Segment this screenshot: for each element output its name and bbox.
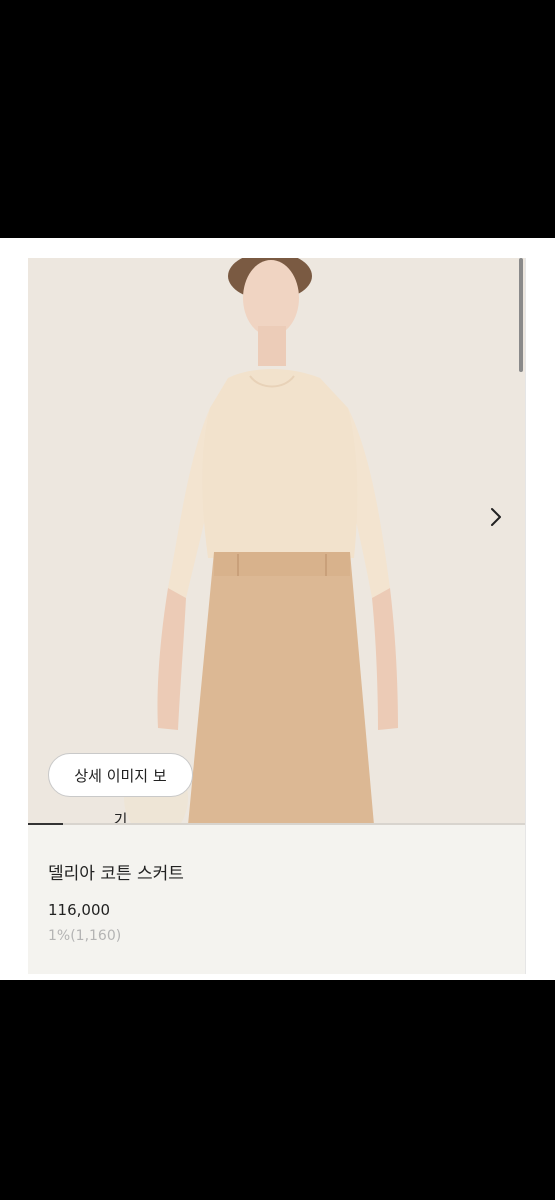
- scrollbar-thumb[interactable]: [519, 258, 523, 372]
- product-card[interactable]: 상세 이미지 보기 델리아 코튼 스커트 116,000 1%(1,160): [28, 258, 525, 974]
- product-image[interactable]: 상세 이미지 보기: [28, 258, 525, 825]
- carousel-next-button[interactable]: [489, 506, 511, 536]
- product-name[interactable]: 델리아 코튼 스커트: [48, 862, 184, 886]
- carousel-progress-fill: [28, 823, 63, 825]
- letterbox-bottom: [0, 980, 555, 1200]
- detail-images-button[interactable]: 상세 이미지 보기: [48, 753, 193, 825]
- model-illustration: [28, 258, 525, 825]
- chevron-right-icon: [491, 508, 501, 526]
- product-price: 116,000: [48, 901, 111, 919]
- product-info: 델리아 코튼 스커트 116,000 1%(1,160): [48, 862, 184, 946]
- scroll-track: [525, 258, 526, 974]
- app-screen: 상세 이미지 보기 델리아 코튼 스커트 116,000 1%(1,160): [0, 238, 555, 980]
- letterbox-top: [0, 0, 555, 238]
- carousel-progress-bar: [28, 823, 525, 825]
- product-points: 1%(1,160): [48, 928, 122, 944]
